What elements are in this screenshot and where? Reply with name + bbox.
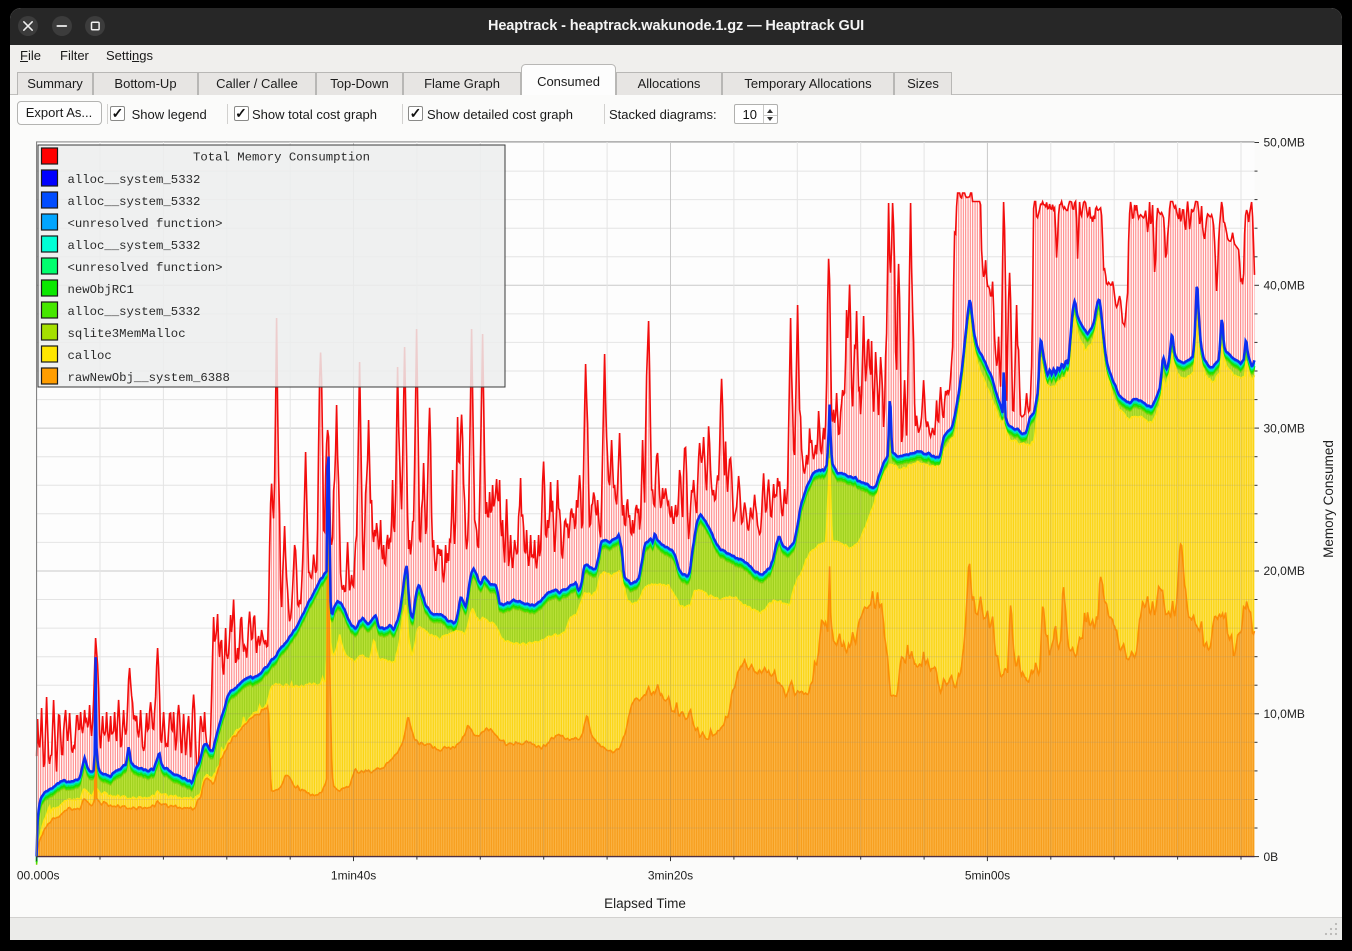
svg-text:5min00s: 5min00s — [965, 869, 1010, 883]
svg-text:0B: 0B — [1264, 850, 1279, 864]
svg-text:alloc__system_5332: alloc__system_5332 — [68, 173, 201, 187]
svg-text:3min20s: 3min20s — [648, 869, 693, 883]
svg-text:calloc: calloc — [68, 349, 112, 363]
svg-text:newObjRC1: newObjRC1 — [68, 283, 134, 297]
svg-text:00.000s: 00.000s — [17, 869, 60, 883]
svg-text:rawNewObj__system_6388: rawNewObj__system_6388 — [68, 371, 230, 385]
svg-text:Elapsed Time: Elapsed Time — [604, 896, 686, 911]
svg-text:20,0MB: 20,0MB — [1264, 564, 1305, 578]
svg-text:50,0MB: 50,0MB — [1264, 136, 1305, 150]
svg-text:1min40s: 1min40s — [331, 869, 376, 883]
svg-text:40,0MB: 40,0MB — [1264, 279, 1305, 293]
svg-text:Total Memory Consumption: Total Memory Consumption — [193, 151, 370, 165]
svg-text:<unresolved function>: <unresolved function> — [68, 261, 223, 275]
svg-text:alloc__system_5332: alloc__system_5332 — [68, 239, 201, 253]
svg-text:<unresolved function>: <unresolved function> — [68, 217, 223, 231]
svg-text:alloc__system_5332: alloc__system_5332 — [68, 195, 201, 209]
svg-text:sqlite3MemMalloc: sqlite3MemMalloc — [68, 327, 186, 341]
svg-text:30,0MB: 30,0MB — [1264, 421, 1305, 435]
svg-text:Memory Consumed: Memory Consumed — [1321, 440, 1336, 558]
svg-text:10,0MB: 10,0MB — [1264, 707, 1305, 721]
svg-text:alloc__system_5332: alloc__system_5332 — [68, 305, 201, 319]
